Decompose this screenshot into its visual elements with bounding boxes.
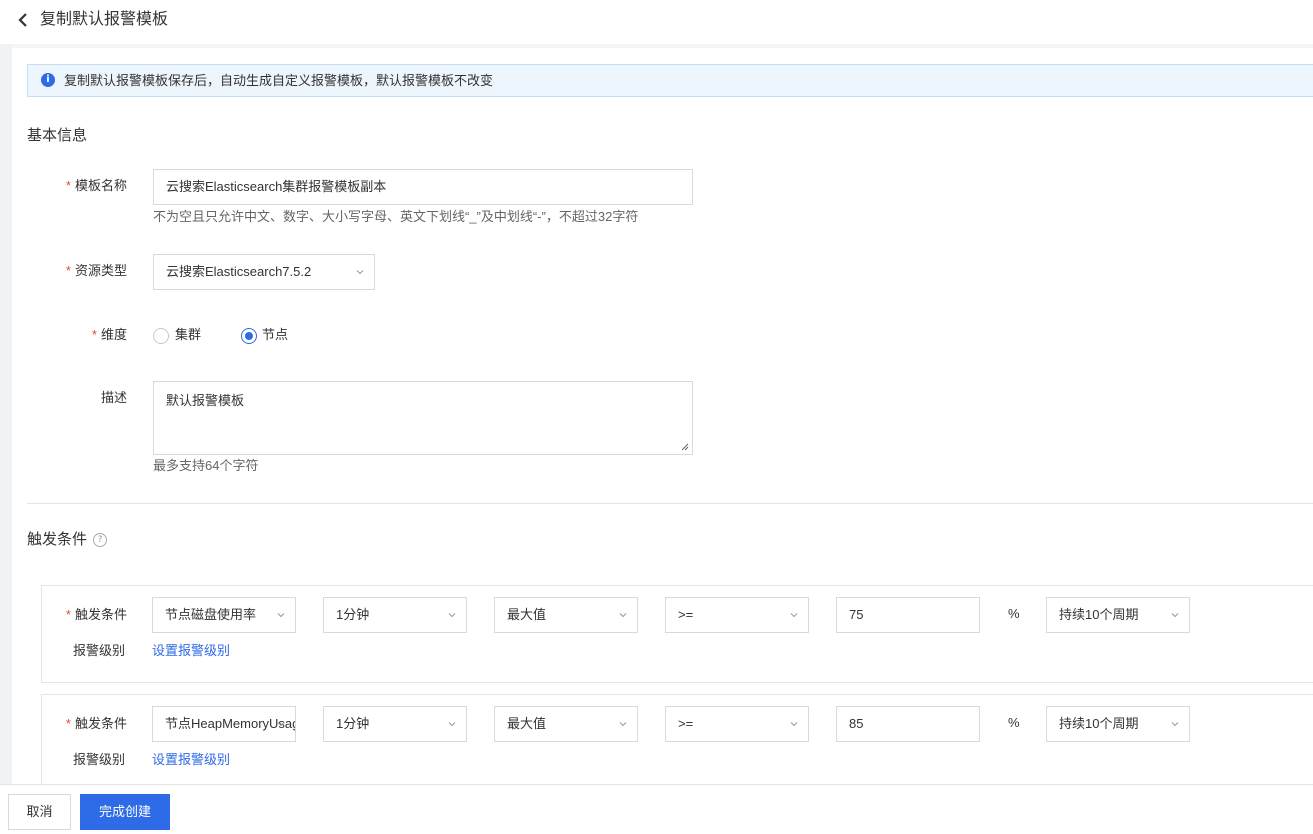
- template-name-input[interactable]: 云搜索Elasticsearch集群报警模板副本: [153, 169, 693, 205]
- statistic-select[interactable]: 最大值: [494, 597, 638, 633]
- description-textarea[interactable]: 默认报警模板: [153, 381, 693, 455]
- chevron-down-icon: [448, 720, 456, 728]
- chevron-down-icon: [356, 268, 364, 276]
- chevron-down-icon: [277, 611, 285, 619]
- trigger-rule-card: * 触发条件 节点磁盘使用率 1分钟 最大值 >= 75 % 持续10个周期 报警…: [41, 585, 1313, 683]
- chevron-down-icon: [790, 611, 798, 619]
- condition-label: * 触发条件: [65, 607, 127, 622]
- metric-select[interactable]: 节点磁盘使用率: [152, 597, 296, 633]
- period-value: 1分钟: [336, 716, 370, 731]
- resource-type-value: 云搜索Elasticsearch7.5.2: [166, 264, 312, 279]
- metric-value: 节点磁盘使用率: [165, 607, 257, 622]
- help-icon[interactable]: ?: [93, 533, 108, 548]
- footer-bar: 取消 完成创建: [0, 784, 1313, 834]
- duration-value: 持续10个周期: [1059, 607, 1139, 622]
- operator-select[interactable]: >=: [665, 706, 809, 742]
- left-strip: [0, 44, 12, 784]
- period-select[interactable]: 1分钟: [323, 706, 467, 742]
- cancel-button[interactable]: 取消: [8, 794, 71, 830]
- period-value: 1分钟: [336, 607, 370, 622]
- dimension-radio-node[interactable]: [241, 328, 257, 344]
- description-hint: 最多支持64个字符: [153, 458, 259, 473]
- statistic-value: 最大值: [507, 716, 547, 731]
- duration-value: 持续10个周期: [1059, 716, 1139, 731]
- period-select[interactable]: 1分钟: [323, 597, 467, 633]
- dimension-label: * 维度: [91, 327, 127, 342]
- dimension-radio-cluster[interactable]: [153, 328, 169, 344]
- alarm-level-label: 报警级别: [72, 752, 125, 767]
- chevron-down-icon: [619, 720, 627, 728]
- chevron-down-icon: [277, 720, 285, 728]
- resource-type-select[interactable]: 云搜索Elasticsearch7.5.2: [153, 254, 375, 290]
- notice-text: 复制默认报警模板保存后，自动生成自定义报警模板，默认报警模板不改变: [64, 73, 494, 88]
- chevron-left-icon[interactable]: [14, 10, 34, 30]
- page-header: 复制默认报警模板: [0, 0, 1313, 44]
- dimension-option-node[interactable]: 节点: [262, 326, 288, 344]
- template-name-label: * 模板名称: [65, 178, 127, 193]
- section-divider: [27, 503, 1313, 504]
- resize-handle-icon[interactable]: [681, 443, 689, 451]
- alarm-level-label: 报警级别: [72, 643, 125, 658]
- description-label: 描述: [100, 390, 127, 405]
- dimension-option-cluster[interactable]: 集群: [175, 326, 201, 344]
- unit-label: %: [1008, 606, 1020, 621]
- chevron-down-icon: [619, 611, 627, 619]
- main-content: i 复制默认报警模板保存后，自动生成自定义报警模板，默认报警模板不改变 基本信息…: [12, 48, 1313, 784]
- description-value: 默认报警模板: [166, 393, 245, 408]
- create-button[interactable]: 完成创建: [80, 794, 170, 830]
- chevron-down-icon: [790, 720, 798, 728]
- section-title-basic-info: 基本信息: [27, 127, 88, 144]
- unit-label: %: [1008, 715, 1020, 730]
- operator-value: >=: [678, 607, 694, 622]
- statistic-select[interactable]: 最大值: [494, 706, 638, 742]
- template-name-hint: 不为空且只允许中文、数字、大小写字母、英文下划线“_”及中划线“-”，不超过32…: [153, 209, 639, 224]
- operator-value: >=: [678, 716, 694, 731]
- duration-select[interactable]: 持续10个周期: [1046, 597, 1190, 633]
- set-alarm-level-link[interactable]: 设置报警级别: [152, 642, 230, 660]
- info-notice: i 复制默认报警模板保存后，自动生成自定义报警模板，默认报警模板不改变: [27, 64, 1313, 97]
- operator-select[interactable]: >=: [665, 597, 809, 633]
- trigger-rule-card: * 触发条件 节点HeapMemoryUsage 1分钟 最大值 >= 85 % …: [41, 694, 1313, 784]
- resource-type-label: * 资源类型: [65, 263, 127, 278]
- duration-select[interactable]: 持续10个周期: [1046, 706, 1190, 742]
- chevron-down-icon: [1171, 611, 1179, 619]
- threshold-input[interactable]: 75: [836, 597, 980, 633]
- chevron-down-icon: [1171, 720, 1179, 728]
- condition-label: * 触发条件: [65, 716, 127, 731]
- threshold-input[interactable]: 85: [836, 706, 980, 742]
- page-title: 复制默认报警模板: [40, 11, 169, 28]
- set-alarm-level-link[interactable]: 设置报警级别: [152, 751, 230, 769]
- section-title-trigger: 触发条件?: [27, 528, 108, 549]
- metric-select[interactable]: 节点HeapMemoryUsage: [152, 706, 296, 742]
- statistic-value: 最大值: [507, 607, 547, 622]
- chevron-down-icon: [448, 611, 456, 619]
- info-icon: i: [41, 73, 55, 87]
